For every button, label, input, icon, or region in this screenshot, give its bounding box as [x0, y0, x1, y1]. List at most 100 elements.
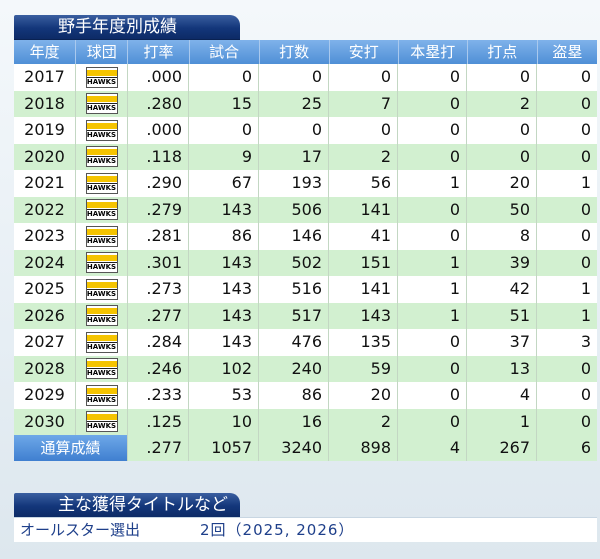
year-cell: 2029	[14, 382, 76, 409]
home-runs-cell: 0	[398, 196, 467, 223]
stolen-bases-cell: 1	[580, 305, 591, 325]
avg-cell: .280	[128, 90, 189, 117]
titles-section-title: 主な獲得タイトルなど	[14, 493, 240, 517]
header-stolen-bases: 盗塁	[552, 43, 583, 61]
hits-cell: 151	[329, 249, 398, 276]
hawks-logo-icon: HAWKS	[85, 225, 118, 247]
year-cell: 2026	[14, 302, 76, 329]
team-cell: HAWKS	[76, 64, 128, 91]
avg-cell: .290	[128, 170, 189, 197]
avg-cell: .284	[128, 329, 189, 356]
rbi-cell: 39	[467, 249, 537, 276]
hits-cell: 2	[329, 408, 398, 435]
logo-text: HAWKS	[86, 422, 117, 431]
hawks-logo-icon: HAWKS	[85, 199, 118, 221]
rbi-cell: 0	[467, 64, 537, 91]
team-cell: HAWKS	[76, 276, 128, 303]
home-runs-cell: 0	[398, 408, 467, 435]
at-bats-cell: 17	[259, 143, 329, 170]
games-cell: 143	[189, 329, 259, 356]
hits-cell: 0	[329, 117, 398, 144]
hits-cell: 41	[329, 223, 398, 250]
games-cell: 143	[189, 276, 259, 303]
home-runs-cell: 0	[398, 355, 467, 382]
hawks-logo-icon: HAWKS	[85, 146, 118, 168]
games-cell: 143	[189, 249, 259, 276]
header-year: 年度	[14, 40, 77, 64]
stolen-bases-cell: 0	[580, 226, 591, 245]
at-bats-cell: 516	[259, 276, 329, 303]
games-cell: 102	[189, 355, 259, 382]
stolen-bases-cell: 0	[580, 385, 591, 404]
hawks-logo-icon: HAWKS	[85, 384, 118, 406]
hawks-logo-icon: HAWKS	[85, 172, 118, 194]
at-bats-cell: 476	[259, 329, 329, 356]
stolen-bases-cell: 0	[580, 120, 591, 139]
year-cell: 2027	[14, 329, 76, 356]
year-cell: 2030	[14, 408, 76, 435]
team-cell: HAWKS	[76, 249, 128, 276]
games-cell: 67	[189, 170, 259, 197]
hits-cell: 56	[329, 170, 398, 197]
table-header: 年度 球団 打率 試合 打数 安打 本塁打 打点 盗塁	[14, 40, 597, 64]
games-cell: 15	[189, 90, 259, 117]
at-bats-cell: 0	[259, 117, 329, 144]
stolen-bases-cell: 0	[580, 146, 591, 166]
total-stolen-bases: 6	[580, 438, 591, 457]
team-cell: HAWKS	[76, 143, 128, 170]
header-games: 試合	[190, 40, 260, 64]
stolen-bases-cell: 1	[580, 279, 591, 298]
hawks-logo-icon: HAWKS	[85, 411, 118, 433]
home-runs-cell: 1	[398, 249, 467, 276]
games-cell: 10	[189, 408, 259, 435]
year-cell: 2019	[14, 117, 76, 144]
total-avg: .277	[128, 435, 189, 461]
logo-text: HAWKS	[86, 157, 117, 166]
year-cell: 2021	[14, 170, 76, 197]
hawks-logo-icon: HAWKS	[85, 305, 118, 327]
rbi-cell: 1	[467, 408, 537, 435]
table-row: 2017 HAWKS .000 0 0 0 0 0 0	[14, 64, 597, 91]
hawks-logo-icon: HAWKS	[85, 331, 118, 353]
header-hits: 安打	[330, 40, 399, 64]
avg-cell: .277	[128, 302, 189, 329]
total-home-runs: 4	[398, 435, 467, 461]
table-row: 2021 HAWKS .290 67 193 56 1 20 1	[14, 170, 597, 197]
at-bats-cell: 146	[259, 223, 329, 250]
year-cell: 2023	[14, 223, 76, 250]
avg-cell: .233	[128, 382, 189, 409]
table-row: 2019 HAWKS .000 0 0 0 0 0 0	[14, 117, 597, 144]
at-bats-cell: 506	[259, 196, 329, 223]
stolen-bases-cell: 0	[580, 93, 591, 113]
games-cell: 143	[189, 302, 259, 329]
rbi-cell: 0	[467, 117, 537, 144]
total-hits: 898	[329, 435, 398, 461]
hawks-logo-icon: HAWKS	[85, 358, 118, 380]
hits-cell: 7	[329, 90, 398, 117]
stats-section-title: 野手年度別成績	[14, 15, 240, 39]
total-label: 通算成績	[14, 435, 128, 461]
team-cell: HAWKS	[76, 223, 128, 250]
table-row: 2023 HAWKS .281 86 146 41 0 8 0	[14, 223, 597, 250]
logo-text: HAWKS	[86, 263, 117, 272]
title-item-name: オールスター選出	[20, 521, 141, 539]
stolen-bases-cell: 0	[580, 411, 591, 431]
logo-text: HAWKS	[86, 210, 117, 219]
table-row: 2018 HAWKS .280 15 25 7 0 2 0	[14, 90, 597, 117]
logo-text: HAWKS	[86, 236, 117, 245]
table-row: 2025 HAWKS .273 143 516 141 1 42 1	[14, 276, 597, 303]
rbi-cell: 4	[467, 382, 537, 409]
table-row: 2026 HAWKS .277 143 517 143 1 51 1	[14, 302, 597, 329]
rbi-cell: 42	[467, 276, 537, 303]
hawks-logo-icon: HAWKS	[85, 93, 118, 115]
logo-text: HAWKS	[86, 395, 117, 404]
stolen-bases-cell: 0	[580, 252, 591, 272]
games-cell: 53	[189, 382, 259, 409]
avg-cell: .125	[128, 408, 189, 435]
at-bats-cell: 25	[259, 90, 329, 117]
hawks-logo-icon: HAWKS	[85, 66, 118, 88]
table-row: 2024 HAWKS .301 143 502 151 1 39 0	[14, 249, 597, 276]
home-runs-cell: 0	[398, 117, 467, 144]
at-bats-cell: 0	[259, 64, 329, 91]
rbi-cell: 2	[467, 90, 537, 117]
